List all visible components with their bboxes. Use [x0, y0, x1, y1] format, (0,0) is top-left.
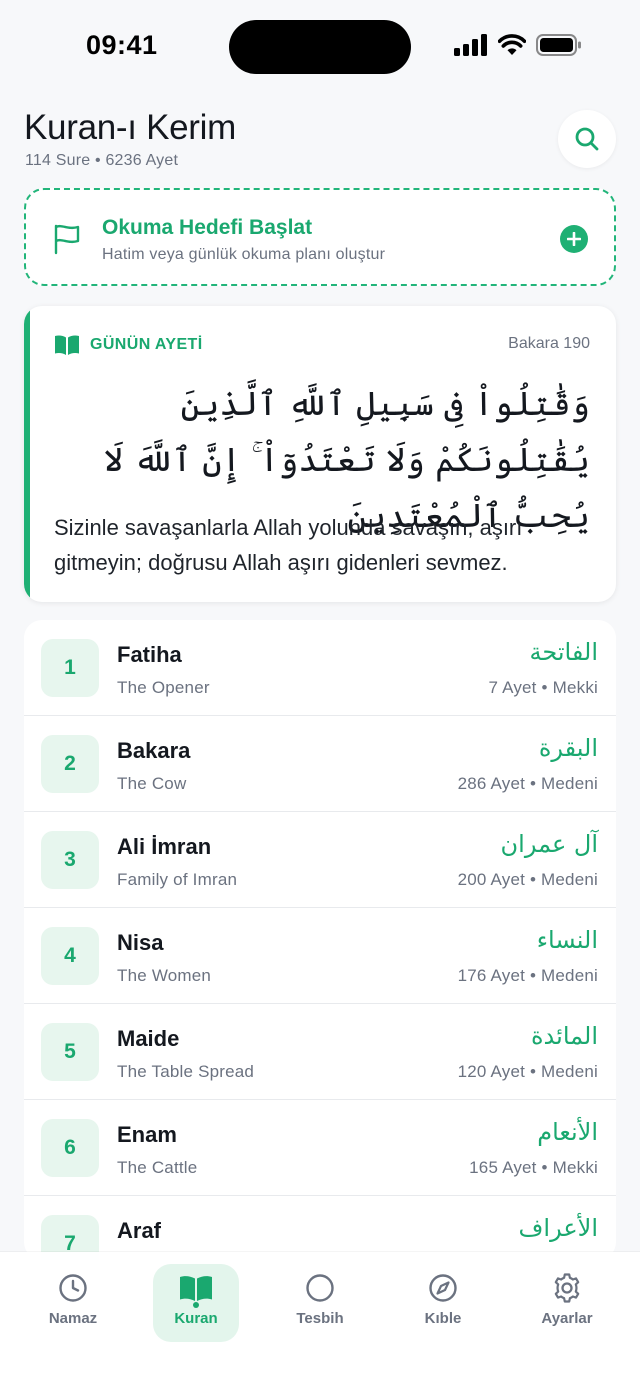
active-indicator-dot [193, 1302, 199, 1308]
sura-name: Fatiha [117, 642, 182, 667]
cellular-signal-icon [454, 34, 487, 56]
verse-reference: Bakara 190 [508, 335, 590, 352]
tab-label: Kıble [424, 1310, 462, 1327]
sura-row[interactable]: 1 Fatiha The Opener الفاتحة 7 Ayet • Mek… [24, 620, 616, 716]
sura-name: Maide [117, 1026, 180, 1051]
sura-row[interactable]: 7 Araf الأعراف [24, 1196, 616, 1260]
sura-name: Ali İmran [117, 834, 212, 859]
sura-english-name: The Opener [117, 678, 210, 697]
status-bar: 09:41 [0, 0, 640, 96]
verse-accent-bar [24, 306, 30, 602]
sura-row[interactable]: 5 Maide The Table Spread المائدة 120 Aye… [24, 1004, 616, 1100]
sura-english-name: The Table Spread [117, 1062, 255, 1081]
sura-arabic-name: النساء [536, 926, 598, 954]
sura-row[interactable]: 4 Nisa The Women النساء 176 Ayet • Meden… [24, 908, 616, 1004]
tab-label: Tesbih [296, 1310, 344, 1327]
tab-namaz[interactable]: Namaz [30, 1264, 116, 1340]
sura-meta: 7 Ayet • Mekki [488, 678, 598, 697]
sura-name: Bakara [117, 738, 191, 763]
sura-row[interactable]: 2 Bakara The Cow البقرة 286 Ayet • Meden… [24, 716, 616, 812]
sura-english-name: The Women [117, 966, 212, 985]
sura-english-name: Family of Imran [117, 870, 238, 889]
sura-meta: 200 Ayet • Medeni [457, 870, 598, 889]
verse-of-day-card[interactable]: GÜNÜN AYETİ Bakara 190 وَقَٰتِلُواْ فِى … [24, 306, 616, 602]
sura-english-name: The Cattle [117, 1158, 198, 1177]
goal-title: Okuma Hedefi Başlat [102, 216, 313, 239]
sura-meta: 120 Ayet • Medeni [457, 1062, 598, 1081]
sura-meta: 176 Ayet • Medeni [457, 966, 598, 985]
sura-meta: 286 Ayet • Medeni [457, 774, 598, 793]
circle-icon [306, 1274, 334, 1302]
book-icon [180, 1276, 212, 1301]
plus-icon [567, 232, 581, 246]
verse-badge-label: GÜNÜN AYETİ [90, 336, 203, 353]
tab-label: Kuran [174, 1310, 218, 1327]
tab-ayarlar[interactable]: Ayarlar [524, 1264, 610, 1340]
tab-bar: Namaz Kuran Tesbih Kıble Ayarlar [0, 1252, 640, 1391]
sura-number: 1 [41, 639, 99, 697]
compass-icon [429, 1274, 457, 1302]
sura-number: 3 [41, 831, 99, 889]
dynamic-island [229, 20, 411, 74]
sura-row[interactable]: 3 Ali İmran Family of Imran آل عمران 200… [24, 812, 616, 908]
sura-list: 1 Fatiha The Opener الفاتحة 7 Ayet • Mek… [24, 620, 616, 1260]
sura-name: Nisa [117, 930, 164, 955]
page-header: Kuran-ı Kerim 114 Sure • 6236 Ayet [24, 108, 616, 178]
verse-badge: GÜNÜN AYETİ [54, 334, 203, 356]
sura-arabic-name: المائدة [530, 1022, 598, 1050]
sura-name: Enam [117, 1122, 177, 1147]
tab-label: Ayarlar [541, 1310, 593, 1327]
open-book-icon [55, 335, 79, 355]
sura-arabic-name: الأعراف [518, 1214, 598, 1242]
reading-goal-card[interactable]: Okuma Hedefi Başlat Hatim veya günlük ok… [24, 188, 616, 286]
goal-subtitle: Hatim veya günlük okuma planı oluştur [102, 246, 386, 263]
sura-name: Araf [117, 1218, 162, 1243]
status-time: 09:41 [86, 30, 158, 60]
tab-tesbih[interactable]: Tesbih [277, 1264, 363, 1340]
sura-number: 2 [41, 735, 99, 793]
search-icon [575, 127, 599, 151]
add-goal-button[interactable] [560, 225, 588, 253]
sura-arabic-name: الأنعام [537, 1118, 598, 1146]
wifi-icon [498, 34, 526, 55]
flag-icon [54, 224, 80, 255]
battery-icon [536, 34, 581, 56]
sura-english-name: The Cow [117, 774, 187, 793]
sura-number: 4 [41, 927, 99, 985]
sura-number: 5 [41, 1023, 99, 1081]
status-icons [454, 34, 582, 56]
page-subtitle: 114 Sure • 6236 Ayet [25, 152, 179, 169]
tab-label: Namaz [48, 1310, 98, 1327]
page-title: Kuran-ı Kerim [24, 108, 236, 147]
search-button[interactable] [558, 110, 616, 168]
clock-icon [59, 1274, 87, 1302]
sura-arabic-name: البقرة [538, 734, 598, 762]
sura-number: 6 [41, 1119, 99, 1177]
tab-kible[interactable]: Kıble [400, 1264, 486, 1340]
sura-meta: 165 Ayet • Mekki [469, 1158, 598, 1177]
sura-arabic-name: آل عمران [500, 830, 598, 858]
sura-arabic-name: الفاتحة [529, 638, 598, 666]
gear-icon [554, 1273, 580, 1303]
verse-translation: Sizinle savaşanlarla Allah yolunda savaş… [54, 515, 523, 575]
tab-kuran[interactable]: Kuran [153, 1264, 239, 1342]
sura-row[interactable]: 6 Enam The Cattle الأنعام 165 Ayet • Mek… [24, 1100, 616, 1196]
